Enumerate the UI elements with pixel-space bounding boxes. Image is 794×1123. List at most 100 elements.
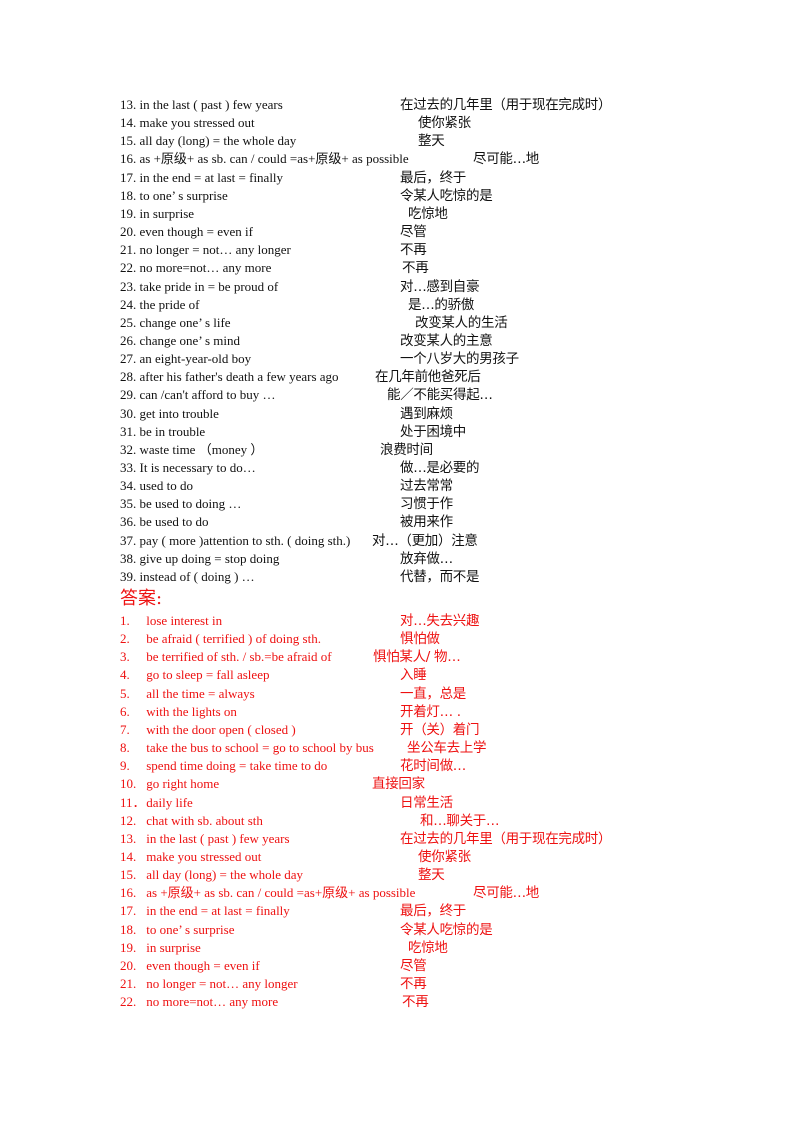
answer-row: 1. lose interest in 对…失去兴趣 (0, 612, 794, 630)
chinese-meaning: 直接回家 (372, 776, 425, 793)
english-phrase: 21. no longer = not… any longer (120, 975, 298, 993)
english-text: can /can't afford to buy … (139, 387, 276, 403)
english-phrase: 22. no more=not… any more (120, 993, 278, 1011)
chinese-meaning: 尽管 (400, 224, 427, 241)
phrase-row: 28. after his father's death a few years… (0, 368, 794, 386)
answer-row: 5. all the time = always 一直，总是 (0, 685, 794, 703)
item-number: 26. (120, 332, 137, 348)
chinese-meaning: 令某人吃惊的是 (400, 187, 493, 204)
chinese-meaning: 令某人吃惊的是 (400, 921, 493, 938)
item-number: 6. (120, 703, 130, 719)
english-phrase: 11． daily life (120, 794, 193, 812)
answer-row: 8. take the bus to school = go to school… (0, 739, 794, 757)
english-phrase: 9. spend time doing = take time to do (120, 757, 327, 775)
item-number: 11． (120, 794, 146, 810)
english-text: in the last ( past ) few years (139, 97, 283, 112)
item-number: 32. (120, 441, 137, 457)
english-phrase: 18. to one’ s surprise (120, 187, 228, 205)
answer-row: 19. in surprise 吃惊地 (0, 939, 794, 957)
chinese-meaning: 改变某人的生活 (415, 314, 508, 331)
item-number: 22. (120, 994, 137, 1010)
english-phrase: 17. in the end = at last = finally (120, 169, 283, 187)
english-text: as +原级+ as sb. can / could =as+原级+ as po… (146, 885, 416, 901)
chinese-meaning: 惧怕某人/ 物… (373, 649, 461, 666)
chinese-meaning: 对…感到自豪 (400, 278, 480, 295)
chinese-meaning: 不再 (400, 976, 427, 992)
chinese-meaning: 整天 (418, 133, 445, 150)
chinese-meaning: 整天 (418, 867, 445, 884)
english-phrase: 4. go to sleep = fall asleep (120, 666, 269, 684)
item-number: 34. (120, 478, 137, 494)
english-phrase: 6. with the lights on (120, 703, 237, 721)
chinese-meaning: 尽管 (400, 957, 427, 974)
phrase-row: 26. change one’ s mind 改变某人的主意 (0, 332, 794, 350)
item-number: 4. (120, 667, 130, 683)
chinese-meaning: 坐公车去上学 (407, 740, 487, 757)
answer-row: 20. even though = even if 尽管 (0, 957, 794, 975)
chinese-meaning: 开着灯… . (400, 703, 461, 720)
item-number: 29. (120, 387, 137, 403)
english-phrase: 12. chat with sb. about sth (120, 812, 263, 830)
item-number: 30. (120, 405, 137, 421)
item-number: 24. (120, 296, 137, 312)
english-phrase: 20. even though = even if (120, 223, 253, 241)
chinese-meaning: 尽可能…地 (473, 151, 539, 168)
english-phrase: 7. with the door open ( closed ) (120, 721, 296, 739)
item-number: 1. (120, 613, 130, 628)
chinese-meaning: 在过去的几年里（用于现在完成时） (400, 97, 612, 113)
chinese-meaning: 和…聊关于… (420, 812, 500, 829)
english-phrase: 19. in surprise (120, 939, 201, 957)
chinese-meaning: 吃惊地 (408, 939, 448, 956)
answer-row: 22. no more=not… any more 不再 (0, 993, 794, 1011)
english-phrase: 23. take pride in = be proud of (120, 278, 278, 296)
item-number: 19. (120, 205, 137, 221)
english-text: change one’ s life (139, 314, 231, 330)
chinese-meaning: 一个八岁大的男孩子 (400, 351, 519, 368)
english-text: give up doing = stop doing (139, 550, 280, 566)
english-phrase: 18. to one’ s surprise (120, 921, 234, 939)
item-number: 15. (120, 867, 137, 883)
english-phrase: 32. waste time （money ） (120, 441, 263, 459)
phrase-row: 31. be in trouble 处于困境中 (0, 423, 794, 441)
chinese-meaning: 在几年前他爸死后 (375, 369, 481, 386)
phrase-row: 22. no more=not… any more 不再 (0, 259, 794, 277)
english-phrase: 15. all day (long) = the whole day (120, 866, 303, 884)
answer-row: 17. in the end = at last = finally 最后，终于 (0, 902, 794, 920)
english-text: make you stressed out (139, 115, 255, 131)
english-text: chat with sb. about sth (146, 812, 263, 828)
chinese-meaning: 不再 (400, 242, 427, 259)
phrase-row: 27. an eight-year-old boy 一个八岁大的男孩子 (0, 350, 794, 368)
answer-row: 2. be afraid ( terrified ) of doing sth.… (0, 630, 794, 648)
chinese-meaning: 对…（更加）注意 (372, 532, 478, 549)
english-phrase: 20. even though = even if (120, 957, 260, 975)
phrase-row: 19. in surprise 吃惊地 (0, 205, 794, 223)
english-text: lose interest in (146, 613, 223, 628)
english-text: as +原级+ as sb. can / could =as+原级+ as po… (139, 151, 409, 167)
english-text: to one’ s surprise (139, 187, 228, 203)
english-text: spend time doing = take time to do (146, 758, 328, 774)
english-phrase: 1. lose interest in (120, 612, 222, 630)
phrase-row: 13. in the last ( past ) few years 在过去的几年… (0, 96, 794, 114)
english-phrase: 28. after his father's death a few years… (120, 368, 339, 386)
item-number: 16. (120, 151, 137, 167)
chinese-meaning: 使你紧张 (418, 848, 471, 865)
english-text: be used to doing … (139, 496, 242, 512)
item-number: 19. (120, 939, 137, 955)
chinese-meaning: 日常生活 (400, 794, 453, 811)
answer-row: 15. all day (long) = the whole day 整天 (0, 866, 794, 884)
item-number: 18. (120, 921, 137, 937)
english-text: used to do (139, 478, 193, 494)
english-text: take pride in = be proud of (139, 278, 279, 294)
english-text: in the end = at last = finally (139, 169, 284, 185)
answer-row: 12. chat with sb. about sth 和…聊关于… (0, 812, 794, 830)
item-number: 9. (120, 758, 130, 774)
item-number: 8. (120, 740, 130, 756)
phrase-row: 23. take pride in = be proud of 对…感到自豪 (0, 278, 794, 296)
chinese-meaning: 使你紧张 (418, 115, 471, 132)
english-phrase: 5. all the time = always (120, 685, 255, 703)
english-phrase: 3. be terrified of sth. / sb.=be afraid … (120, 648, 332, 666)
item-number: 5. (120, 685, 130, 701)
english-text: in surprise (146, 939, 201, 955)
chinese-meaning: 惧怕做 (400, 631, 440, 648)
english-text: instead of ( doing ) … (139, 568, 255, 584)
